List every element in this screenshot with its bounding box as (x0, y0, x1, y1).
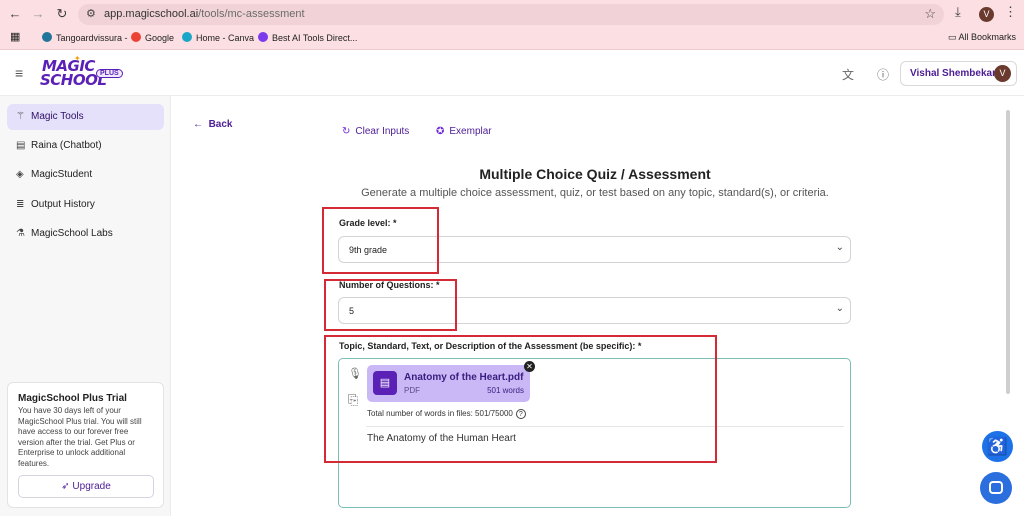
exemplar-button[interactable]: ✪ Exemplar (436, 126, 492, 137)
back-link[interactable]: ← Back (193, 119, 232, 130)
bookmark-item[interactable]: Home - Canva (182, 32, 254, 43)
sidebar-item-labs[interactable]: ⚗ MagicSchool Labs (7, 221, 164, 247)
chevron-down-icon: ⌄ (835, 242, 844, 253)
profile-avatar[interactable]: V (979, 7, 994, 22)
app-header: ≡ MAGIC ✦ SCHOOL PLUS 文 ⓘ Vishal Shembek… (0, 50, 1024, 96)
sidebar-item-magicstudent[interactable]: ◈ MagicStudent (7, 162, 164, 188)
accessibility-icon[interactable]: ♿ (982, 431, 1013, 462)
highlight-box-topic (324, 335, 717, 463)
url-text: app.magicschool.ai/tools/mc-assessment (104, 8, 305, 20)
sparkle-icon: ✦ (74, 54, 81, 63)
download-icon[interactable]: ⤓ (955, 4, 961, 20)
flask-icon: ⚗ (16, 228, 25, 239)
trial-card: MagicSchool Plus Trial You have 30 days … (7, 382, 164, 508)
refresh-icon: ↻ (342, 126, 351, 137)
sidebar-item-magic-tools[interactable]: ⚚ Magic Tools (7, 104, 164, 130)
sidebar-item-output-history[interactable]: ≣ Output History (7, 192, 164, 218)
bookmark-item[interactable]: Best AI Tools Direct... (258, 32, 357, 43)
scrollbar[interactable] (1006, 110, 1010, 394)
address-bar[interactable]: ⚙ app.magicschool.ai/tools/mc-assessment… (78, 4, 944, 25)
folder-icon: ▭ (948, 32, 959, 42)
highlight-box-grade (322, 207, 439, 274)
hamburger-menu-icon[interactable]: ≡ (15, 65, 23, 81)
user-menu-button[interactable]: Vishal Shembekar V (900, 61, 1017, 86)
bookmarks-bar: ▦ Tangoardvissura - Google Home - Canva … (0, 28, 1024, 50)
arrow-left-icon[interactable]: ← (6, 5, 24, 23)
rocket-icon: ➶ (61, 481, 73, 492)
help-icon[interactable]: ⓘ (877, 66, 889, 83)
sidebar: ⚚ Magic Tools ▤ Raina (Chatbot) ◈ MagicS… (0, 96, 171, 516)
sidebar-item-raina[interactable]: ▤ Raina (Chatbot) (7, 133, 164, 159)
chat-support-button[interactable] (980, 472, 1012, 504)
arrow-left-icon: ← (193, 119, 209, 130)
chevron-down-icon: ⌄ (835, 303, 844, 314)
list-icon: ≣ (16, 199, 25, 210)
highlight-box-questions (324, 279, 457, 331)
graduation-cap-icon: ◈ (16, 169, 24, 180)
chat-bubble-icon (989, 481, 1003, 494)
magicschool-logo[interactable]: MAGIC ✦ SCHOOL PLUS (40, 54, 130, 91)
reload-icon[interactable]: ↻ (53, 5, 71, 23)
browser-toolbar: ← → ↻ ⚙ app.magicschool.ai/tools/mc-asse… (0, 0, 1024, 28)
award-icon: ✪ (436, 126, 445, 137)
apps-grid-icon[interactable]: ▦ (10, 30, 20, 43)
arrow-right-icon[interactable]: → (29, 5, 47, 23)
plus-badge: PLUS (96, 69, 123, 78)
upgrade-button[interactable]: ➶ Upgrade (18, 475, 154, 498)
translate-icon[interactable]: 文 (842, 66, 854, 83)
site-settings-icon[interactable]: ⚙ (86, 7, 96, 20)
star-icon[interactable]: ☆ (924, 6, 936, 22)
clear-inputs-button[interactable]: ↻ Clear Inputs (342, 126, 409, 137)
chat-icon: ▤ (16, 140, 26, 151)
all-bookmarks[interactable]: ▭ All Bookmarks (948, 32, 1016, 43)
bookmark-item[interactable]: Google (131, 32, 174, 43)
page-title: Multiple Choice Quiz / Assessment (479, 166, 711, 182)
avatar: V (994, 65, 1011, 82)
menu-dots-icon[interactable]: ⋮ (1004, 4, 1017, 20)
page-subtitle: Generate a multiple choice assessment, q… (361, 187, 829, 199)
wand-icon: ⚚ (16, 111, 25, 122)
bookmark-item[interactable]: Tangoardvissura - (42, 32, 128, 43)
